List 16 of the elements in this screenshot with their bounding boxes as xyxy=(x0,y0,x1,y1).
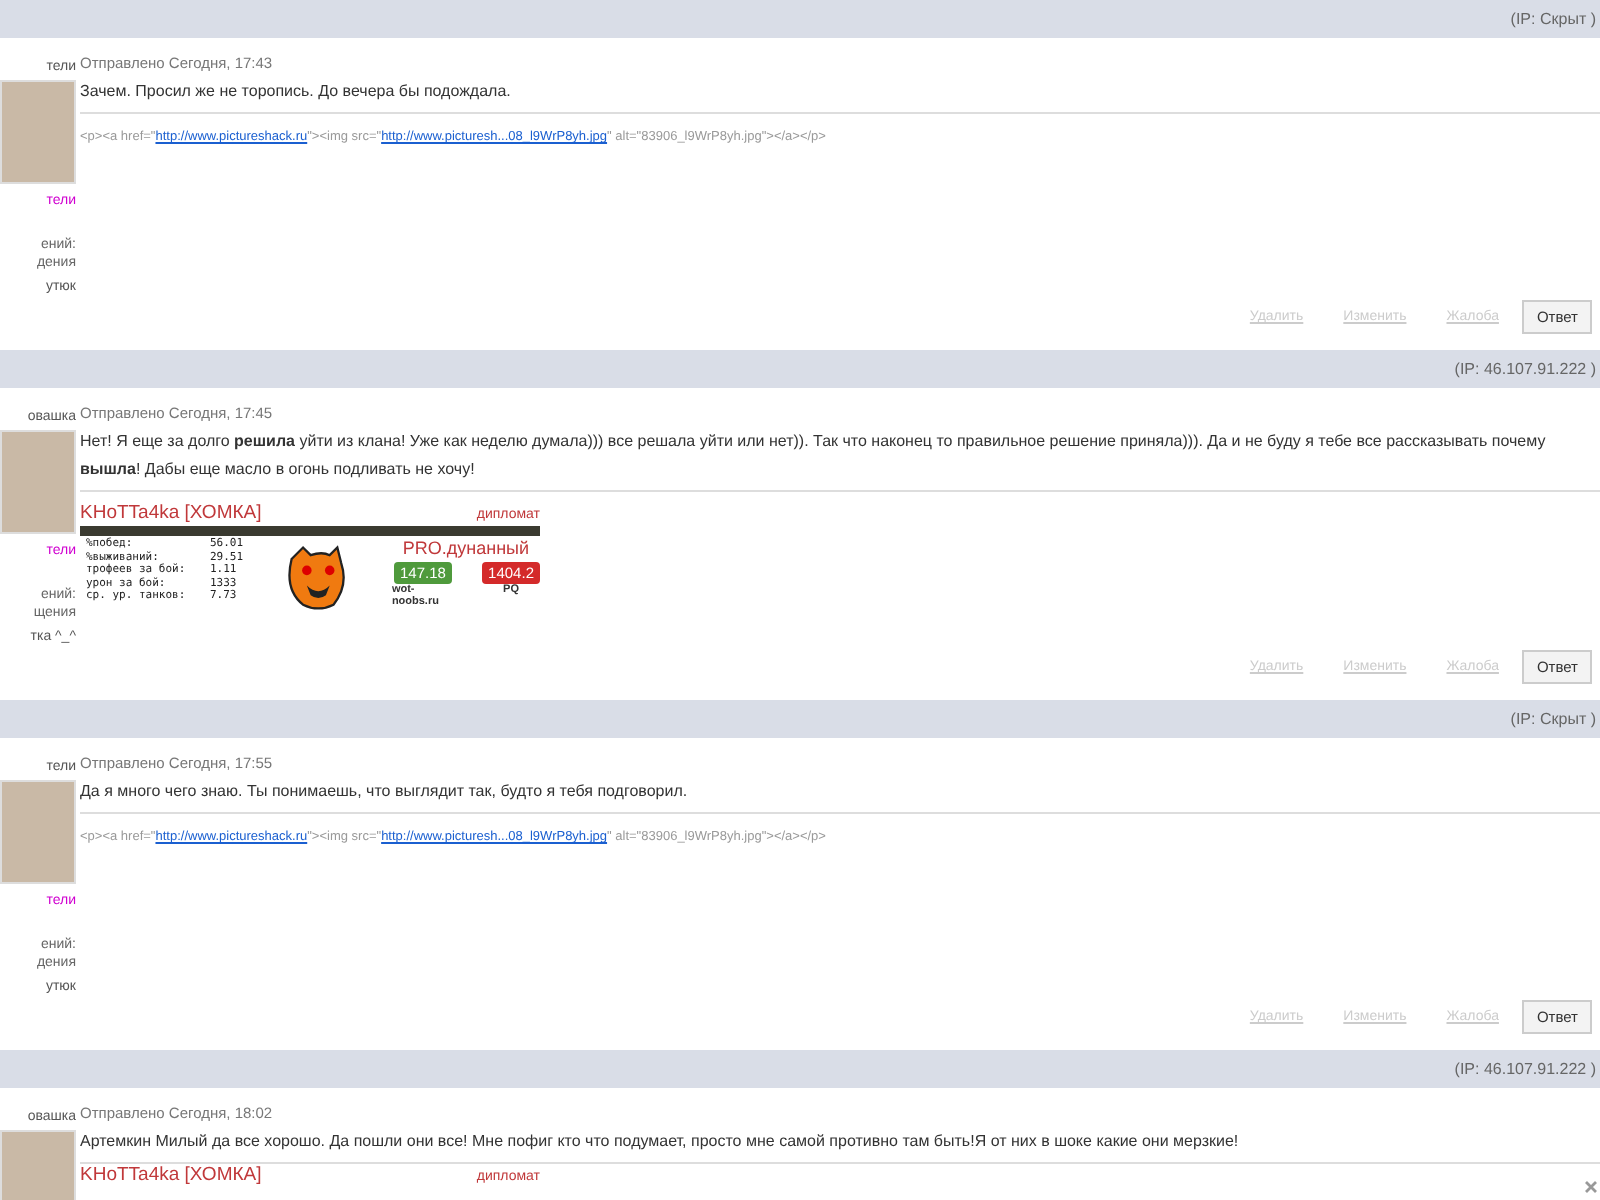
close-icon[interactable] xyxy=(1584,1180,1598,1194)
avatar-photo-placeholder xyxy=(0,80,76,184)
ip-text: (IP: Скрыт ) xyxy=(1510,710,1596,728)
post-message: Артемкин Милый да все хорошо. Да пошли они все! Мне пофиг кто что подумает, просто мне самой противно там быть!Я от них в шоке какие они мерзкие! xyxy=(80,1128,1600,1164)
userbar-title: KHoTTa4ka [ХОМКА] xyxy=(80,504,262,524)
avatar-photo-placeholder xyxy=(0,780,76,884)
ip-text: (IP: Скрыт ) xyxy=(1510,10,1596,28)
ip-text: (IP: 46.107.91.222 ) xyxy=(1454,360,1596,378)
ip-text: (IP: 46.107.91.222 ) xyxy=(1454,1060,1596,1078)
userbar-title: KHoTTa4ka [ХОМКА] xyxy=(80,1166,262,1186)
avatar-photo-placeholder xyxy=(0,430,76,534)
post-message: Да я много чего знаю. Ты понимаешь, что выглядит так, будто я тебя подговорил. xyxy=(80,778,1600,814)
post-message: Нет! Я еще за долго решила уйти из клана! Уже как неделю думала))) все решала уйти или нет)). Так что наконец то правильное решение приняла))). Да и не буду я тебе все рассказывать почему вышла! Дабы еще масло в огонь подливать не хочу! xyxy=(80,428,1600,492)
post-message: Зачем. Просил же не торопись. До вечера бы подождала. xyxy=(80,78,1600,114)
hamster-mascot-icon xyxy=(283,542,348,614)
rating-title: PRO.дунанный xyxy=(402,538,530,558)
